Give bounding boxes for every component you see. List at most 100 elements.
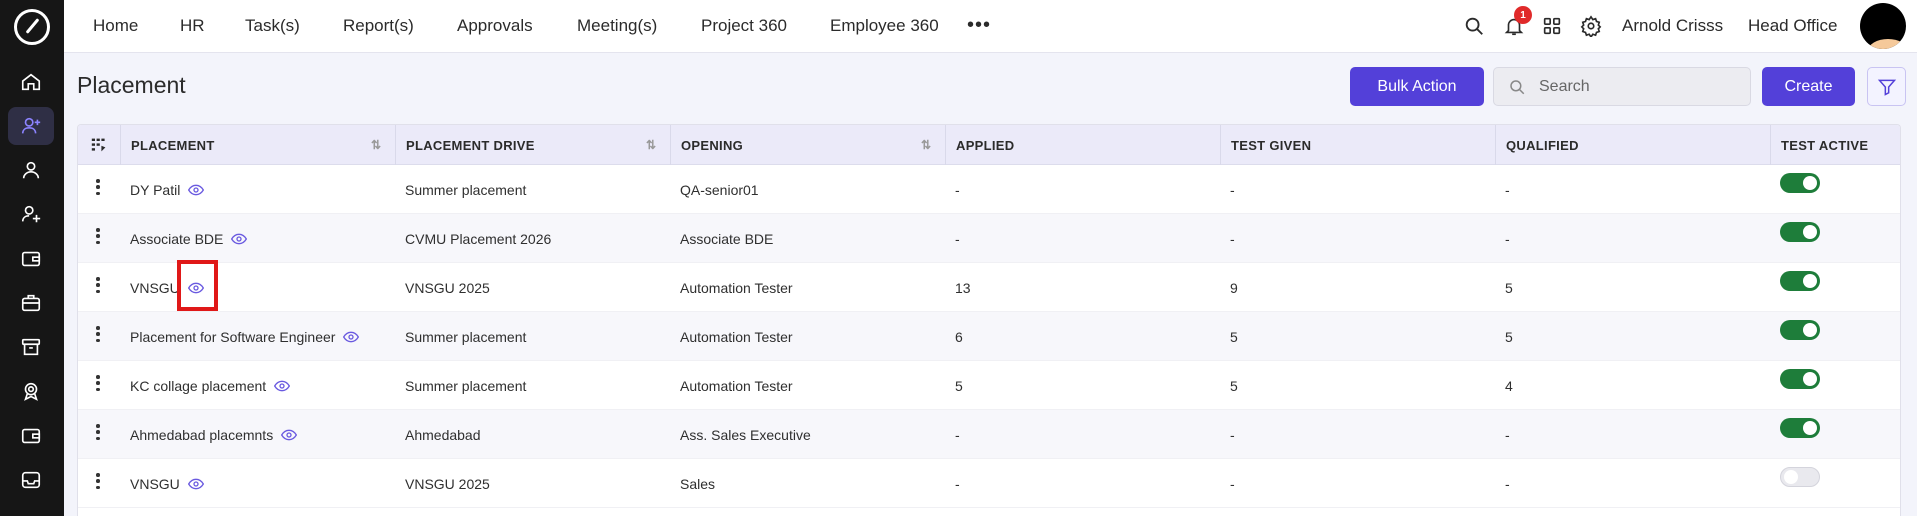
column-applied-label: APPLIED	[956, 137, 1015, 153]
cell-qualified-text: 4	[1505, 377, 1513, 394]
cell-test-given-text: -	[1230, 181, 1235, 198]
apps-grid-icon[interactable]	[1539, 13, 1565, 39]
view-eye-icon[interactable]	[274, 380, 291, 392]
cell-placement-drive: Ahmedabad	[395, 410, 481, 459]
top-navigation-bar: Home HR Task(s) Report(s) Approvals Meet…	[64, 0, 1917, 53]
row-menu-icon[interactable]	[96, 375, 100, 391]
cell-applied: -	[945, 214, 960, 263]
column-qualified-label: QUALIFIED	[1506, 137, 1579, 153]
wallet-alt-icon[interactable]	[8, 417, 54, 455]
cell-test-given: 5	[1220, 312, 1238, 361]
table-row[interactable]: Placement for Software Engineer Summer pl…	[78, 312, 1900, 361]
nav-meetings[interactable]: Meeting(s)	[577, 16, 657, 36]
table-row[interactable]: VNSGU VNSGU 2025 Sales - - -	[78, 459, 1900, 508]
briefcase-icon[interactable]	[8, 284, 54, 322]
avatar[interactable]	[1860, 3, 1906, 49]
cell-placement: Associate BDE	[120, 214, 248, 263]
cell-test-given: -	[1220, 165, 1235, 214]
table-row[interactable]: DY Patil Summer placement QA-senior01 - - -	[78, 165, 1900, 214]
sidebar	[0, 0, 64, 516]
cell-applied: -	[945, 165, 960, 214]
nav-approvals[interactable]: Approvals	[457, 16, 533, 36]
column-opening-label: OPENING	[681, 137, 744, 153]
more-menu-icon[interactable]: •••	[967, 15, 991, 35]
office-selector[interactable]: Head Office	[1748, 16, 1837, 36]
row-menu-icon[interactable]	[96, 326, 100, 342]
cell-applied-text: 13	[955, 279, 971, 296]
test-active-toggle[interactable]	[1780, 369, 1820, 389]
cell-qualified: -	[1495, 165, 1510, 214]
bell-icon[interactable]: 1	[1501, 6, 1532, 39]
view-eye-icon[interactable]	[187, 478, 204, 490]
search-icon[interactable]	[1461, 13, 1487, 39]
search-input[interactable]: Search	[1493, 67, 1751, 106]
column-placement-drive[interactable]: PLACEMENT DRIVE ⇅	[395, 125, 670, 165]
table-row[interactable]: VNSGU VNSGU 2025 Automation Tester 13 9 5	[78, 263, 1900, 312]
user-icon[interactable]	[8, 151, 54, 189]
table-row[interactable]: Ahmedabad placemnts Ahmedabad Ass. Sales E…	[78, 410, 1900, 459]
bulk-action-button[interactable]: Bulk Action	[1350, 67, 1484, 106]
placement-table: PLACEMENT ⇅ PLACEMENT DRIVE ⇅ OPENING ⇅ …	[77, 124, 1901, 516]
test-active-toggle[interactable]	[1780, 271, 1820, 291]
archive-icon[interactable]	[8, 328, 54, 366]
award-icon[interactable]	[8, 372, 54, 410]
test-active-toggle[interactable]	[1780, 418, 1820, 438]
cell-opening: Automation Tester	[670, 312, 793, 361]
test-active-toggle[interactable]	[1780, 467, 1820, 487]
cell-qualified-text: -	[1505, 475, 1510, 492]
view-eye-icon[interactable]	[343, 331, 360, 343]
table-row[interactable]: KC collage placement Summer placement Auto…	[78, 361, 1900, 410]
test-active-toggle[interactable]	[1780, 173, 1820, 193]
row-menu-icon[interactable]	[96, 473, 100, 489]
view-eye-icon[interactable]	[281, 429, 298, 441]
cell-opening: Sales	[670, 459, 715, 508]
gear-icon[interactable]	[1578, 13, 1604, 39]
column-placement[interactable]: PLACEMENT ⇅	[120, 125, 395, 165]
nav-project-360[interactable]: Project 360	[701, 16, 787, 36]
test-active-toggle[interactable]	[1780, 320, 1820, 340]
column-test-active-label: TEST ACTIVE	[1781, 137, 1869, 153]
cell-placement-drive: CVMU Placement 2026	[395, 214, 551, 263]
cell-opening-text: Sales	[680, 475, 716, 492]
nav-employee-360[interactable]: Employee 360	[830, 16, 939, 36]
cell-opening: Associate BDE	[670, 214, 773, 263]
column-opening[interactable]: OPENING ⇅	[670, 125, 945, 165]
sort-icon[interactable]: ⇅	[921, 137, 935, 153]
cell-qualified: -	[1495, 214, 1510, 263]
row-menu-icon[interactable]	[96, 179, 100, 195]
cell-test-given: -	[1220, 410, 1235, 459]
column-settings-icon[interactable]	[78, 125, 120, 165]
cell-opening-text: Automation Tester	[680, 279, 793, 296]
test-active-toggle[interactable]	[1780, 222, 1820, 242]
wallet-icon[interactable]	[8, 240, 54, 278]
home-icon[interactable]	[8, 63, 54, 101]
row-menu-icon[interactable]	[96, 277, 100, 293]
nav-home[interactable]: Home	[93, 16, 138, 36]
view-eye-icon[interactable]	[231, 233, 248, 245]
row-menu-icon[interactable]	[96, 424, 100, 440]
sort-icon[interactable]: ⇅	[371, 137, 385, 153]
cell-test-given-text: 5	[1230, 377, 1238, 394]
cell-placement-drive: Summer placement	[395, 312, 526, 361]
cell-opening: Automation Tester	[670, 361, 793, 410]
cell-placement: Ahmedabad placemnts	[120, 410, 298, 459]
sort-icon[interactable]: ⇅	[646, 137, 660, 153]
cell-test-given: -	[1220, 459, 1235, 508]
nav-reports[interactable]: Report(s)	[343, 16, 414, 36]
view-eye-icon[interactable]	[188, 184, 205, 196]
nav-tasks[interactable]: Task(s)	[245, 16, 300, 36]
cell-test-given-text: -	[1230, 475, 1235, 492]
nav-hr[interactable]: HR	[180, 16, 205, 36]
compass-logo-icon[interactable]	[14, 9, 50, 45]
user-add-icon[interactable]	[8, 195, 54, 233]
column-test-given: TEST GIVEN	[1220, 125, 1495, 165]
create-button[interactable]: Create	[1762, 67, 1855, 106]
user-plus-icon[interactable]	[8, 107, 54, 145]
cell-placement-text: Ahmedabad placemnts	[130, 426, 274, 443]
cell-applied: -	[945, 410, 960, 459]
user-name[interactable]: Arnold Crisss	[1622, 16, 1723, 36]
table-row[interactable]: Associate BDE CVMU Placement 2026 Associat…	[78, 214, 1900, 263]
inbox-icon[interactable]	[8, 461, 54, 499]
filter-button[interactable]	[1867, 67, 1906, 106]
row-menu-icon[interactable]	[96, 228, 100, 244]
